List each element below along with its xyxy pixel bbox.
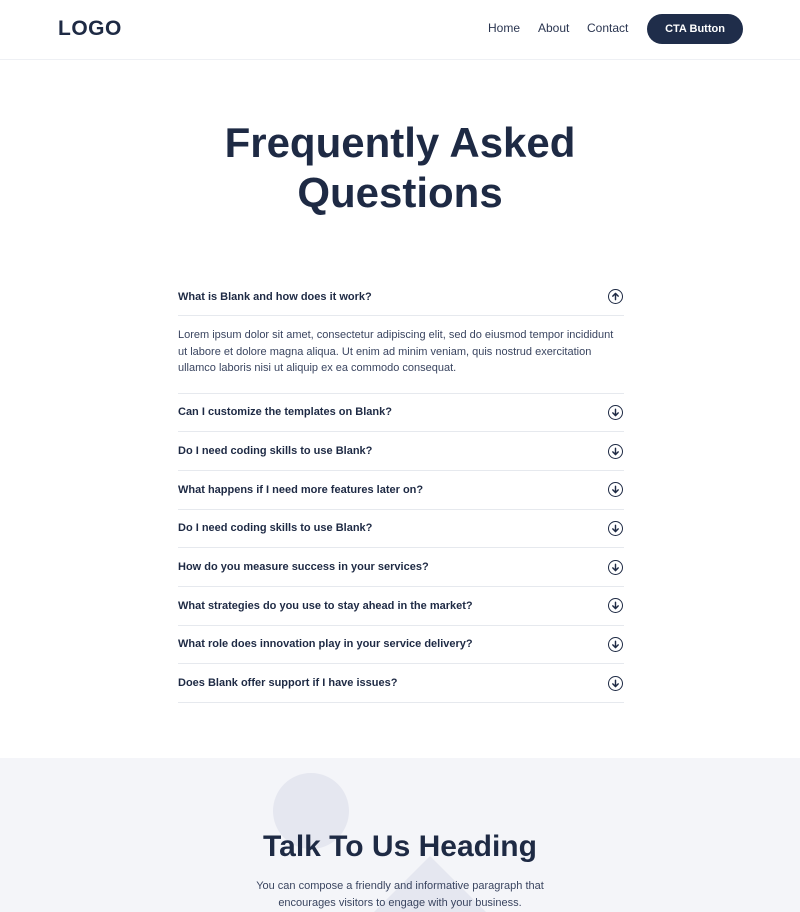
faq-item: What role does innovation play in your s… [178,626,624,665]
faq-question-button[interactable]: What happens if I need more features lat… [178,471,624,509]
arrow-down-circle-icon[interactable] [608,520,623,536]
faq-question-text: What is Blank and how does it work? [178,290,372,303]
faq-title: Frequently Asked Questions [0,118,800,218]
nav-link-home[interactable]: Home [488,21,520,35]
faq-question-text: Do I need coding skills to use Blank? [178,445,373,458]
faq-item: What is Blank and how does it work? Lore… [178,278,624,394]
arrow-down-circle-icon[interactable] [608,675,623,691]
faq-item: Do I need coding skills to use Blank? [178,510,624,549]
arrow-down-circle-icon[interactable] [608,598,623,614]
contact-section: Talk To Us Heading You can compose a fri… [0,758,800,912]
faq-question-button[interactable]: How do you measure success in your servi… [178,548,624,586]
faq-question-text: What happens if I need more features lat… [178,483,424,496]
logo[interactable]: LOGO [58,17,122,41]
faq-question-text: What role does innovation play in your s… [178,638,473,651]
faq-list: What is Blank and how does it work? Lore… [178,278,624,703]
faq-question-button[interactable]: What role does innovation play in your s… [178,626,624,664]
faq-question-button[interactable]: Do I need coding skills to use Blank? [178,510,624,548]
faq-item: What happens if I need more features lat… [178,471,624,510]
faq-question-button[interactable]: Do I need coding skills to use Blank? [178,432,624,470]
faq-question-text: Does Blank offer support if I have issue… [178,677,398,690]
arrow-down-circle-icon[interactable] [608,636,623,652]
faq-question-button[interactable]: Can I customize the templates on Blank? [178,394,624,432]
faq-item: What strategies do you use to stay ahead… [178,587,624,626]
faq-item: How do you measure success in your servi… [178,548,624,587]
site-header: LOGO Home About Contact CTA Button [0,0,800,60]
faq-question-button[interactable]: Does Blank offer support if I have issue… [178,664,624,702]
cta-button[interactable]: CTA Button [647,14,743,44]
faq-question-text: Can I customize the templates on Blank? [178,406,392,419]
faq-item: Do I need coding skills to use Blank? [178,432,624,471]
arrow-down-circle-icon[interactable] [608,482,623,498]
faq-item: Can I customize the templates on Blank? [178,394,624,433]
arrow-down-circle-icon[interactable] [608,559,623,575]
faq-question-button[interactable]: What strategies do you use to stay ahead… [178,587,624,625]
contact-heading: Talk To Us Heading [263,830,537,863]
arrow-down-circle-icon[interactable] [608,404,623,420]
contact-paragraph: You can compose a friendly and informati… [256,880,544,909]
nav-link-about[interactable]: About [538,21,569,35]
faq-title-text: Frequently Asked Questions [224,119,576,216]
arrow-up-circle-icon[interactable] [608,289,623,304]
nav-link-contact[interactable]: Contact [587,21,628,35]
faq-question-text: What strategies do you use to stay ahead… [178,599,473,612]
faq-question-text: How do you measure success in your servi… [178,561,429,574]
faq-answer: Lorem ipsum dolor sit amet, consectetur … [178,329,614,374]
faq-item: Does Blank offer support if I have issue… [178,664,624,703]
faq-question-text: Do I need coding skills to use Blank? [178,522,373,535]
faq-question-button[interactable]: What is Blank and how does it work? [178,278,624,316]
arrow-down-circle-icon[interactable] [608,443,623,459]
